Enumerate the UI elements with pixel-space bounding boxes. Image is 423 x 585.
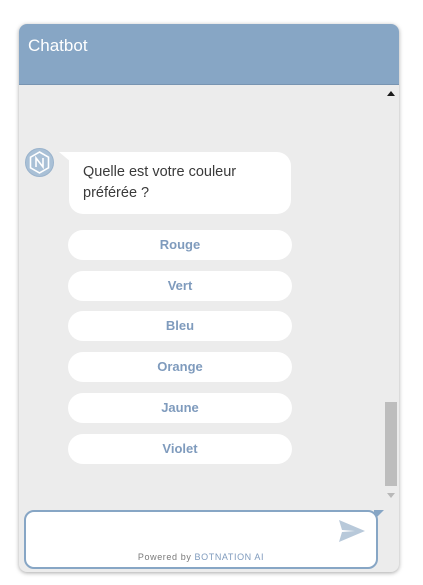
powered-prefix: Powered by — [137, 552, 192, 562]
message-input[interactable] — [32, 516, 326, 548]
message-list: Quelle est votre couleur préférée ? Roug… — [19, 85, 399, 510]
quick-reply-violet[interactable]: Violet — [68, 434, 292, 464]
botnation-n-icon — [29, 151, 50, 174]
paper-plane-icon — [339, 520, 365, 542]
scroll-down-arrow-icon[interactable] — [387, 493, 395, 498]
scroll-up-arrow-icon[interactable] — [387, 91, 395, 96]
message-scrollbar[interactable] — [383, 85, 399, 505]
quick-reply-jaune[interactable]: Jaune — [68, 393, 292, 423]
send-button[interactable] — [337, 518, 367, 544]
powered-by: Powered by BOTNATION AI — [26, 552, 376, 562]
message-composer: Powered by BOTNATION AI — [24, 510, 378, 569]
bot-avatar — [25, 148, 54, 177]
quick-reply-orange[interactable]: Orange — [68, 352, 292, 382]
bot-message-text: Quelle est votre couleur préférée ? — [83, 164, 237, 201]
brand-name[interactable]: BOTNATION — [195, 552, 252, 562]
quick-reply-bleu[interactable]: Bleu — [68, 311, 292, 341]
bot-message-bubble: Quelle est votre couleur préférée ? — [69, 152, 291, 214]
chatbot-widget: Chatbot Quelle est votre couleur préféré… — [19, 24, 399, 572]
quick-reply-rouge[interactable]: Rouge — [68, 230, 292, 260]
chat-header: Chatbot — [19, 24, 399, 85]
scroll-thumb[interactable] — [385, 402, 397, 486]
quick-reply-vert[interactable]: Vert — [68, 271, 292, 301]
brand-suffix: AI — [254, 552, 265, 562]
chat-title: Chatbot — [28, 36, 88, 55]
